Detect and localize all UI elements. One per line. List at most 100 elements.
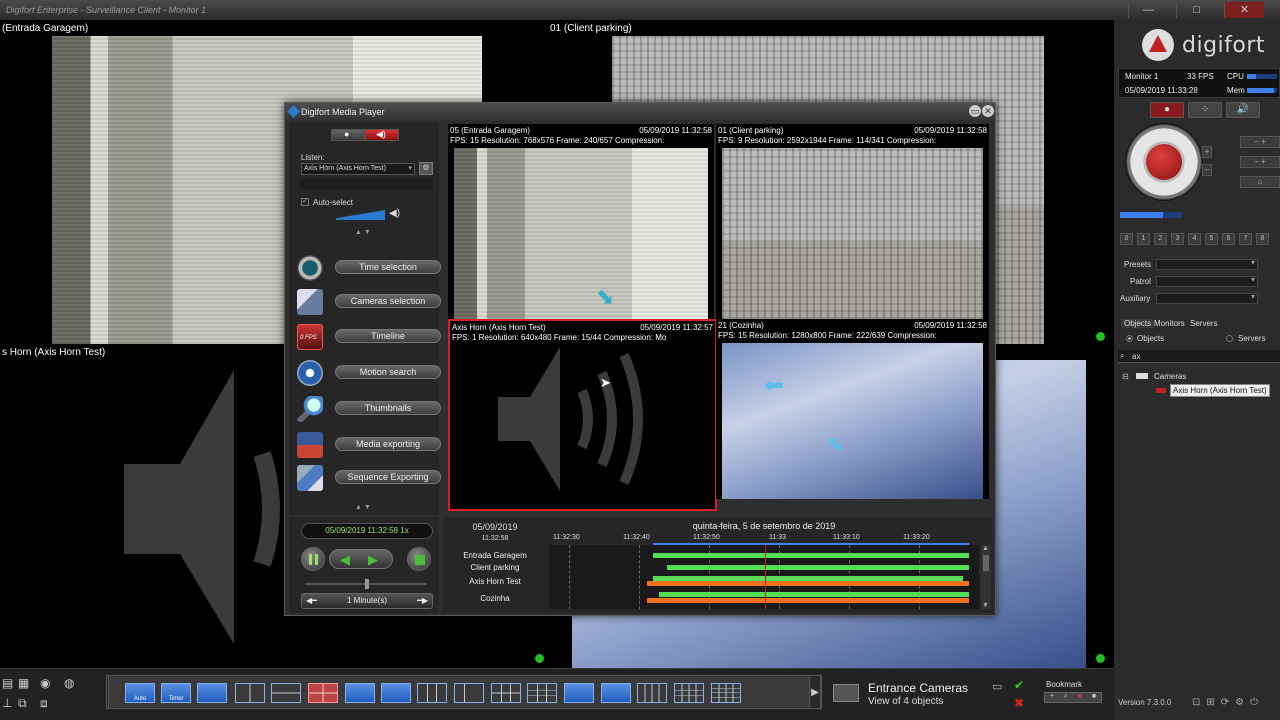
bookmark-add-icon[interactable]: + xyxy=(1050,693,1054,702)
zoom-next-icon[interactable]: ━▶ xyxy=(417,594,428,608)
slider-handle[interactable] xyxy=(365,579,369,589)
tree-root-cameras[interactable]: Cameras xyxy=(1154,372,1186,381)
mosaic-scroll-right[interactable]: ▶ xyxy=(809,675,821,709)
auto-select-checkbox[interactable]: ✓ xyxy=(301,198,309,206)
track-name-axis-horn[interactable]: Axis Horn Test xyxy=(443,577,547,586)
playback-tool-icon[interactable]: ▤ xyxy=(2,676,13,690)
speed-slider[interactable] xyxy=(305,579,427,589)
ptz-mode-audio[interactable]: 🔊 xyxy=(1226,102,1260,118)
search-input[interactable]: ax xyxy=(1132,352,1140,361)
mosaic-5x5-button[interactable] xyxy=(711,683,741,703)
check-icon[interactable]: ✔ xyxy=(1014,678,1024,692)
mosaic-1x1-button[interactable] xyxy=(197,683,227,703)
step-forward-icon[interactable]: ▶ xyxy=(368,552,378,568)
mosaic-2x2-button[interactable] xyxy=(308,683,338,703)
mosaic-10-button[interactable] xyxy=(601,683,631,703)
panel-scroll-icon[interactable]: ▲ ▼ xyxy=(355,229,371,236)
mosaic-timer-button[interactable]: Timer xyxy=(161,683,191,703)
eye-icon[interactable]: ◉ xyxy=(40,676,50,690)
mosaic-9-button[interactable] xyxy=(564,683,594,703)
maximize-button[interactable]: □ xyxy=(1176,2,1216,18)
menu-sequence-exporting[interactable]: Sequence Exporting xyxy=(293,463,441,493)
preset-0-button[interactable]: 0 xyxy=(1120,233,1133,245)
preset-8-button[interactable]: 8 xyxy=(1256,233,1269,245)
player-view-cozinha[interactable]: 21 (Cozinha) FPS: 15 Resolution: 1280x80… xyxy=(716,319,989,499)
mosaic-2x1-button[interactable] xyxy=(271,683,301,703)
mode-video-toggle[interactable]: ● xyxy=(331,129,365,141)
preset-2-button[interactable]: 2 xyxy=(1154,233,1167,245)
timeline-button[interactable]: Timeline xyxy=(335,329,441,343)
power-icon[interactable]: ⏻ xyxy=(1250,697,1258,709)
ptz-mode-patrol[interactable]: ⁘ xyxy=(1188,102,1222,118)
tab-monitors[interactable]: Monitors xyxy=(1154,319,1185,328)
objects-radio[interactable] xyxy=(1126,335,1133,342)
tree-collapse-icon[interactable]: ⊟ xyxy=(1122,372,1129,381)
step-back-icon[interactable]: ◀ xyxy=(340,552,350,568)
tab-objects[interactable]: Objects xyxy=(1121,319,1155,328)
preset-4-button[interactable]: 4 xyxy=(1188,233,1201,245)
preset-1-button[interactable]: 1 xyxy=(1137,233,1150,245)
object-search[interactable]: ⌕ ax xyxy=(1118,350,1280,363)
recording-bar[interactable] xyxy=(659,592,969,597)
listen-settings-icon[interactable]: ⚙ xyxy=(419,162,433,175)
menu-timeline[interactable]: 0 FPS Timeline xyxy=(293,322,441,352)
iris-button[interactable]: − + xyxy=(1240,156,1280,168)
timeline-track-area[interactable] xyxy=(549,545,979,609)
media-exporting-button[interactable]: Media exporting xyxy=(335,437,441,451)
thumbnails-button[interactable]: Thumbnails xyxy=(335,401,441,415)
time-selection-button[interactable]: Time selection xyxy=(335,260,441,274)
recording-bar[interactable] xyxy=(667,565,969,570)
pause-button[interactable] xyxy=(301,547,325,571)
preset-3-button[interactable]: 3 xyxy=(1171,233,1184,245)
mode-audio-toggle[interactable]: ◀) xyxy=(365,129,399,141)
pin-icon[interactable]: ⊥ xyxy=(2,696,12,710)
event-bar[interactable] xyxy=(647,598,969,603)
bookmark-record-icon[interactable]: ● xyxy=(1078,693,1082,702)
servers-radio[interactable] xyxy=(1226,335,1233,342)
zoom-in-button[interactable]: + xyxy=(1202,146,1212,158)
scroll-down-icon[interactable]: ▼ xyxy=(982,602,989,609)
mosaic-6-button[interactable] xyxy=(454,683,484,703)
preset-5-button[interactable]: 5 xyxy=(1205,233,1218,245)
recording-bar[interactable] xyxy=(653,553,969,558)
track-name-client-parking[interactable]: Client parking xyxy=(443,563,547,572)
sequence-icon[interactable]: ⧉ xyxy=(18,696,27,711)
export-icon[interactable]: ⊡ xyxy=(1192,697,1200,709)
mosaic-auto-button[interactable]: Auto xyxy=(125,683,155,703)
bookmark-search-icon[interactable]: ⌕ xyxy=(1064,693,1068,702)
playback-cursor[interactable] xyxy=(765,545,766,609)
mosaic-3x3-button[interactable] xyxy=(527,683,557,703)
ptz-mode-camera[interactable]: ● xyxy=(1150,102,1184,118)
timeline-scrollbar[interactable]: ▲ ▼ xyxy=(981,545,991,609)
mosaic-4-button[interactable] xyxy=(381,683,411,703)
monitor-icon[interactable]: ▭ xyxy=(992,680,1002,693)
event-bar[interactable] xyxy=(647,581,969,586)
mosaic-11-button[interactable] xyxy=(637,683,667,703)
view-title[interactable]: Entrance Cameras xyxy=(868,681,968,695)
mosaic-7-button[interactable] xyxy=(491,683,521,703)
cancel-icon[interactable]: ✖ xyxy=(1014,696,1024,710)
lock-icon[interactable]: ⊞ xyxy=(1206,697,1214,709)
motion-search-button[interactable]: Motion search xyxy=(335,365,441,379)
scroll-thumb[interactable] xyxy=(983,555,989,571)
preset-7-button[interactable]: 7 xyxy=(1239,233,1252,245)
player-view-client-parking[interactable]: 01 (Client parking) FPS: 9 Resolution: 2… xyxy=(716,124,989,319)
minimize-button[interactable]: — xyxy=(1128,2,1168,18)
camera-tool-icon[interactable]: ◍ xyxy=(64,676,74,690)
sequence-exporting-button[interactable]: Sequence Exporting xyxy=(335,470,441,484)
cameras-selection-button[interactable]: Cameras selection xyxy=(335,294,441,308)
settings-icon[interactable]: ⚙ xyxy=(1235,697,1244,709)
menu-time-selection[interactable]: Time selection xyxy=(293,253,441,283)
presets-select[interactable] xyxy=(1156,258,1258,270)
menu-media-exporting[interactable]: Media exporting xyxy=(293,430,441,460)
mosaic-1x2-button[interactable] xyxy=(235,683,265,703)
ptz-center-button[interactable] xyxy=(1146,144,1182,180)
player-close-button[interactable]: ✕ xyxy=(982,105,994,117)
panel-scroll-bottom-icon[interactable]: ▲ ▼ xyxy=(355,504,371,511)
listen-select[interactable]: Axis Horn (Axis Horn Test) xyxy=(301,163,415,175)
mosaic-3-button[interactable] xyxy=(345,683,375,703)
track-name-entrada-garagem[interactable]: Entrada Garagem xyxy=(443,551,547,560)
preset-6-button[interactable]: 6 xyxy=(1222,233,1235,245)
patrol-select[interactable] xyxy=(1156,275,1258,287)
tree-item-axis-horn[interactable]: Axis Horn (Axis Horn Test) xyxy=(1170,384,1270,397)
